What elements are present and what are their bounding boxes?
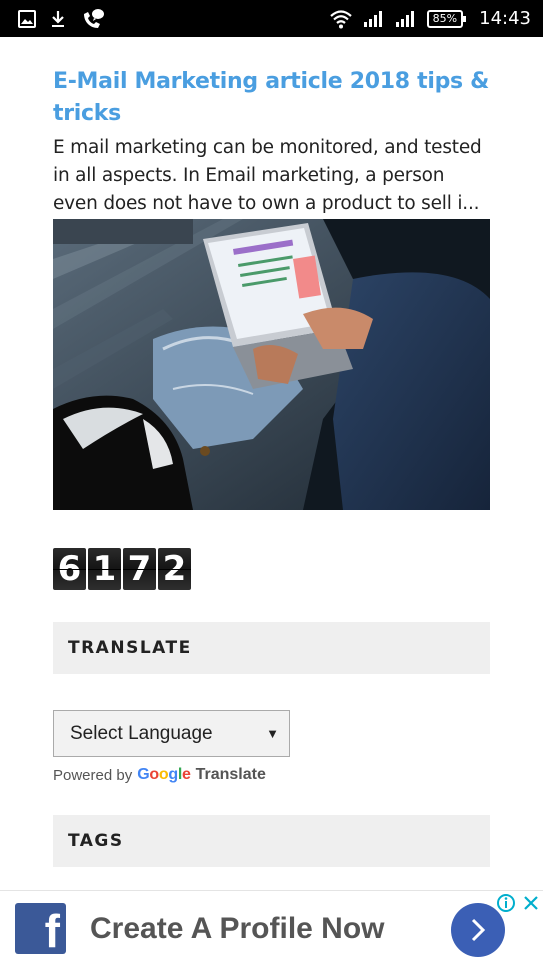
main-content: E-Mail Marketing article 2018 tips & tri…: [53, 66, 490, 867]
chevron-right-icon: [471, 918, 486, 942]
signal-icon: [395, 10, 417, 28]
close-icon[interactable]: [521, 893, 541, 913]
powered-by-label: Powered by: [53, 766, 133, 784]
ad-headline[interactable]: Create A Profile Now: [90, 912, 385, 946]
signal-icon: [363, 10, 385, 28]
google-translate-attribution: Powered by Google Translate: [53, 766, 490, 784]
article-title-link[interactable]: E-Mail Marketing article 2018 tips & tri…: [53, 66, 490, 130]
language-select-value: Select Language: [70, 722, 213, 744]
tags-widget-title: TAGS: [53, 815, 490, 867]
translate-widget-title: TRANSLATE: [53, 622, 490, 674]
call-icon: [80, 8, 104, 30]
visitor-counter: 6 1 7 2: [53, 548, 490, 590]
status-bar: 85% 14:43: [0, 0, 543, 37]
wifi-icon: [329, 9, 353, 29]
google-logo[interactable]: Google: [137, 766, 191, 784]
counter-digit: 6: [53, 548, 86, 590]
ad-banner[interactable]: f Create A Profile Now: [0, 890, 543, 966]
ad-choices-icon[interactable]: [496, 893, 516, 913]
facebook-icon: f: [15, 903, 66, 954]
translate-link[interactable]: Translate: [196, 766, 266, 784]
language-select[interactable]: Select Language ▼: [53, 710, 290, 757]
article-excerpt: E mail marketing can be monitored, and t…: [53, 137, 482, 214]
image-icon: [18, 9, 36, 28]
dropdown-arrow-icon: ▼: [266, 726, 279, 741]
counter-digit: 1: [88, 548, 121, 590]
status-clock: 14:43: [479, 8, 531, 29]
counter-digit: 7: [123, 548, 156, 590]
article-image[interactable]: [53, 219, 490, 510]
battery-icon: 85%: [426, 9, 467, 28]
download-icon: [50, 10, 66, 28]
counter-digit: 2: [158, 548, 191, 590]
